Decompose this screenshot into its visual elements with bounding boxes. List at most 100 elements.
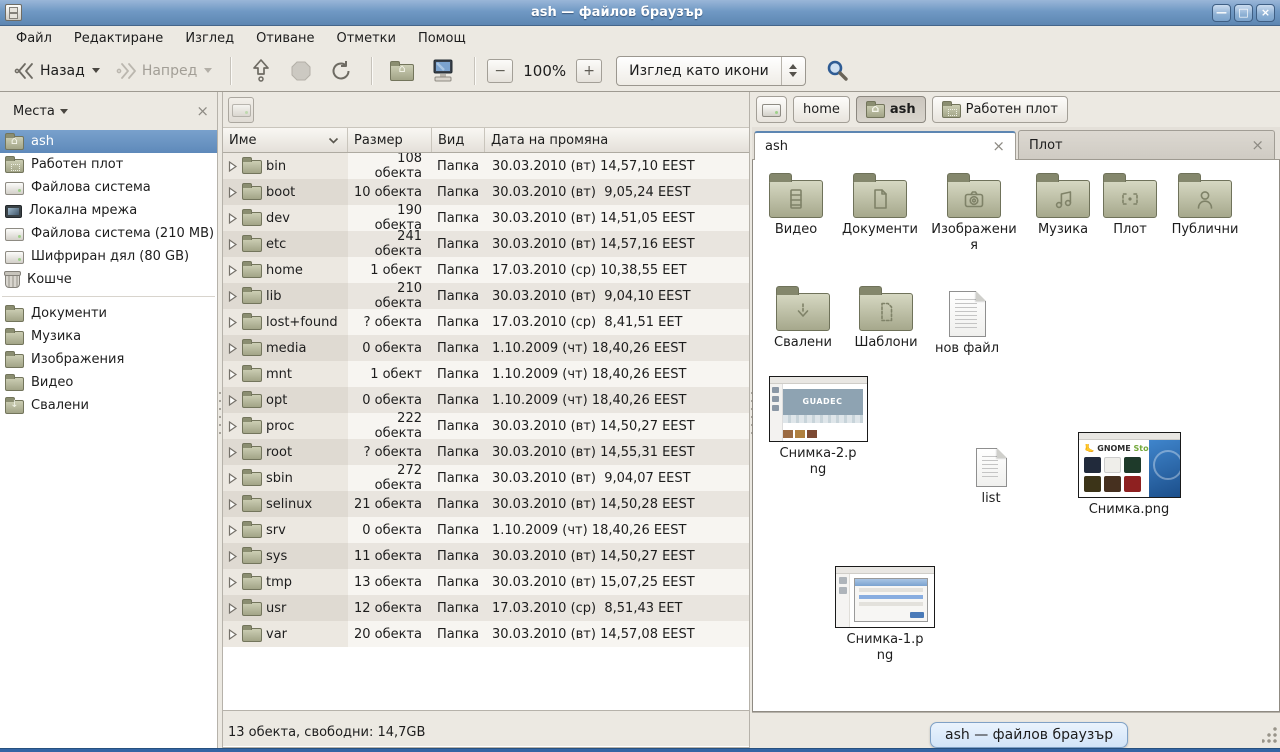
resize-grip[interactable]	[1262, 726, 1278, 744]
sidebar-place-item[interactable]: Документи	[0, 302, 217, 325]
expander-icon[interactable]	[227, 317, 238, 328]
file-snimka[interactable]: 🦶 GNOME Store Снимка.png	[1075, 432, 1183, 518]
table-row[interactable]: lost+found ? обекта Папка 17.03.2010 (ср…	[223, 309, 749, 335]
menu-item[interactable]: Отиване	[246, 28, 324, 49]
path-home-button[interactable]: home	[793, 96, 850, 123]
table-row[interactable]: proc 222 обекта Папка 30.03.2010 (вт) 14…	[223, 413, 749, 439]
folder-templates[interactable]: Шаблони	[847, 285, 925, 351]
computer-button[interactable]	[424, 54, 462, 88]
close-button[interactable]: ×	[1256, 4, 1275, 22]
expander-icon[interactable]	[227, 499, 238, 510]
table-row[interactable]: media 0 обекта Папка 1.10.2009 (чт) 18,4…	[223, 335, 749, 361]
sidebar-place-item[interactable]: Видео	[0, 371, 217, 394]
expander-icon[interactable]	[227, 239, 238, 250]
path-root-button[interactable]	[756, 96, 787, 123]
sidebar-place-item[interactable]: Свалени	[0, 394, 217, 417]
table-row[interactable]: etc 241 обекта Папка 30.03.2010 (вт) 14,…	[223, 231, 749, 257]
sidebar-place-item[interactable]: Файлова система	[0, 176, 217, 199]
table-row[interactable]: mnt 1 обект Папка 1.10.2009 (чт) 18,40,2…	[223, 361, 749, 387]
sidebar-place-item[interactable]: Кошче	[0, 268, 217, 291]
table-row[interactable]: sbin 272 обекта Папка 30.03.2010 (вт) 9,…	[223, 465, 749, 491]
sidebar-close-icon[interactable]: ×	[196, 104, 209, 119]
file-snimka-1[interactable]: Снимка-1.png	[833, 566, 937, 665]
sidebar-place-item[interactable]: Музика	[0, 325, 217, 348]
file-new[interactable]: нов файл	[931, 285, 1003, 357]
zoom-out-button[interactable]: −	[487, 59, 513, 83]
column-header-date[interactable]: Дата на промяна	[485, 128, 749, 152]
expander-icon[interactable]	[227, 265, 238, 276]
sidebar-place-item[interactable]: Шифриран дял (80 GB)	[0, 245, 217, 268]
taskbar-window-button[interactable]: ash — файлов браузър	[930, 722, 1128, 748]
sidebar-place-item[interactable]: Файлова система (210 MB)	[0, 222, 217, 245]
table-row[interactable]: tmp 13 обекта Папка 30.03.2010 (вт) 15,0…	[223, 569, 749, 595]
tab-ash[interactable]: ash ×	[754, 131, 1016, 160]
zoom-in-button[interactable]: +	[576, 59, 602, 83]
table-row[interactable]: sys 11 обекта Папка 30.03.2010 (вт) 14,5…	[223, 543, 749, 569]
table-row[interactable]: bin 108 обекта Папка 30.03.2010 (вт) 14,…	[223, 153, 749, 179]
column-header-size[interactable]: Размер	[348, 128, 432, 152]
folder-music[interactable]: Музика	[1025, 172, 1101, 238]
up-button[interactable]	[243, 54, 279, 88]
tab-close-icon[interactable]: ×	[1251, 138, 1264, 153]
expander-icon[interactable]	[227, 525, 238, 536]
expander-icon[interactable]	[227, 161, 238, 172]
menu-item[interactable]: Файл	[6, 28, 62, 49]
back-history-arrow-icon[interactable]	[92, 68, 100, 73]
path-ash-button[interactable]: ash	[856, 96, 926, 123]
table-row[interactable]: root ? обекта Папка 30.03.2010 (вт) 14,5…	[223, 439, 749, 465]
expander-icon[interactable]	[227, 291, 238, 302]
maximize-button[interactable]: □	[1234, 4, 1253, 22]
table-row[interactable]: home 1 обект Папка 17.03.2010 (ср) 10,38…	[223, 257, 749, 283]
folder-desktop[interactable]: Плот	[1099, 172, 1161, 238]
folder-public[interactable]: Публични	[1163, 172, 1247, 238]
table-row[interactable]: srv 0 обекта Папка 1.10.2009 (чт) 18,40,…	[223, 517, 749, 543]
expander-icon[interactable]	[227, 447, 238, 458]
reload-button[interactable]	[323, 55, 359, 87]
search-button[interactable]	[818, 54, 856, 88]
tab-plot[interactable]: Плот ×	[1018, 130, 1275, 159]
back-button[interactable]: Назад	[8, 57, 106, 85]
column-header-type[interactable]: Вид	[432, 128, 485, 152]
stop-button[interactable]	[283, 55, 319, 87]
forward-button[interactable]: Напред	[110, 57, 218, 85]
expander-icon[interactable]	[227, 343, 238, 354]
path-desktop-button[interactable]: Работен плот	[932, 96, 1068, 123]
root-location-button[interactable]	[228, 97, 254, 123]
expander-icon[interactable]	[227, 187, 238, 198]
tab-close-icon[interactable]: ×	[992, 139, 1005, 154]
folder-downloads[interactable]: Свалени	[765, 285, 841, 351]
folder-video[interactable]: Видео	[759, 172, 833, 238]
expander-icon[interactable]	[227, 369, 238, 380]
expander-icon[interactable]	[227, 551, 238, 562]
sidebar-place-item[interactable]: Работен плот	[0, 153, 217, 176]
menu-item[interactable]: Изглед	[175, 28, 244, 49]
table-row[interactable]: dev 190 обекта Папка 30.03.2010 (вт) 14,…	[223, 205, 749, 231]
menu-item[interactable]: Отметки	[326, 28, 405, 49]
expander-icon[interactable]	[227, 395, 238, 406]
sidebar-mode-arrow-icon[interactable]	[60, 109, 68, 114]
expander-icon[interactable]	[227, 473, 238, 484]
view-mode-select[interactable]: Изглед като икони	[616, 56, 806, 86]
expander-icon[interactable]	[227, 603, 238, 614]
home-button[interactable]	[384, 57, 420, 85]
menu-item[interactable]: Редактиране	[64, 28, 173, 49]
expander-icon[interactable]	[227, 629, 238, 640]
file-snimka-2[interactable]: GUADEC Снимка-2.png	[767, 376, 869, 479]
table-row[interactable]: lib 210 обекта Папка 30.03.2010 (вт) 9,0…	[223, 283, 749, 309]
table-row[interactable]: boot 10 обекта Папка 30.03.2010 (вт) 9,0…	[223, 179, 749, 205]
sidebar-place-item[interactable]: ash	[0, 130, 217, 153]
folder-documents[interactable]: Документи	[835, 172, 925, 238]
expander-icon[interactable]	[227, 421, 238, 432]
expander-icon[interactable]	[227, 213, 238, 224]
table-row[interactable]: selinux 21 обекта Папка 30.03.2010 (вт) …	[223, 491, 749, 517]
expander-icon[interactable]	[227, 577, 238, 588]
table-row[interactable]: usr 12 обекта Папка 17.03.2010 (ср) 8,51…	[223, 595, 749, 621]
table-row[interactable]: var 20 обекта Папка 30.03.2010 (вт) 14,5…	[223, 621, 749, 647]
minimize-button[interactable]: —	[1212, 4, 1231, 22]
sidebar-place-item[interactable]: Локална мрежа	[0, 199, 217, 222]
table-row[interactable]: opt 0 обекта Папка 1.10.2009 (чт) 18,40,…	[223, 387, 749, 413]
folder-pictures[interactable]: Изображения	[931, 172, 1017, 255]
sidebar-place-item[interactable]: Изображения	[0, 348, 217, 371]
column-header-name[interactable]: Име	[223, 128, 348, 152]
file-list[interactable]: list	[963, 438, 1019, 507]
